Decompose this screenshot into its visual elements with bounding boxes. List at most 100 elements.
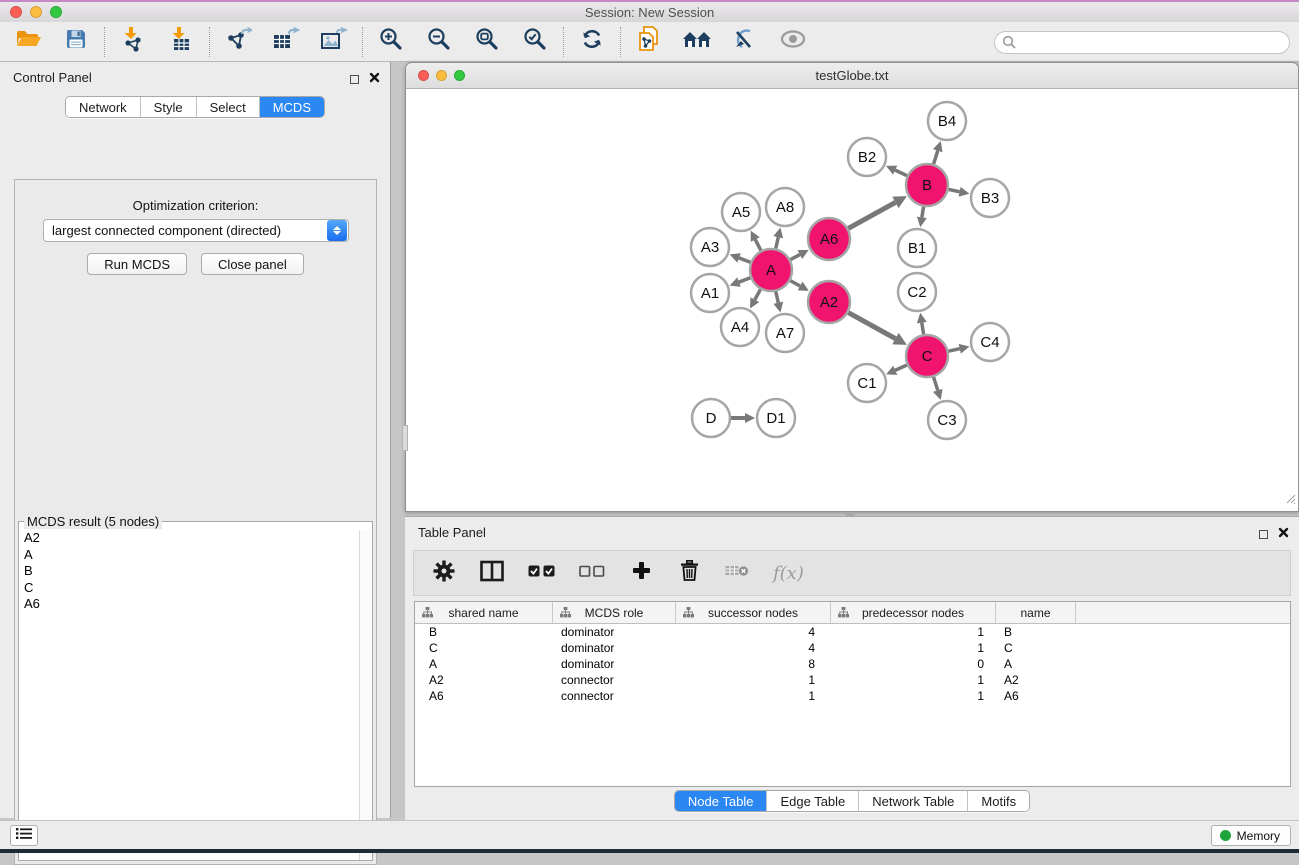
plus-icon xyxy=(632,561,651,585)
network-graph: B4B2BB3A5A8A6B1A3AA1C2A2A4A7C4CC1C3DD1 xyxy=(406,89,1298,511)
edge-A-A6[interactable] xyxy=(790,255,799,260)
show-column-button[interactable] xyxy=(480,559,504,587)
zoom-fit-button[interactable] xyxy=(473,28,501,56)
edge-A-A5[interactable] xyxy=(755,240,761,251)
select-all-columns-button[interactable] xyxy=(528,559,555,587)
import-table-button[interactable] xyxy=(167,28,195,56)
column-header-shared-name[interactable]: shared name xyxy=(415,602,553,623)
export-table-button[interactable] xyxy=(272,28,300,56)
zoom-out-button[interactable] xyxy=(425,28,453,56)
edge-B-B1[interactable] xyxy=(922,207,924,218)
edge-A-A3[interactable] xyxy=(739,258,750,262)
column-header-predecessor-nodes[interactable]: predecessor nodes xyxy=(831,602,996,623)
tab-select[interactable]: Select xyxy=(197,97,260,117)
import-network-button[interactable] xyxy=(119,28,147,56)
toggle-visibility-button[interactable] xyxy=(779,28,807,56)
float-panel-icon[interactable] xyxy=(350,75,359,84)
search-input[interactable] xyxy=(994,31,1290,54)
resize-grip-icon[interactable] xyxy=(1283,491,1296,509)
run-mcds-button[interactable]: Run MCDS xyxy=(87,253,187,275)
network-minimize-button[interactable] xyxy=(436,70,447,81)
result-item[interactable]: A xyxy=(20,547,358,564)
table-row[interactable]: Cdominator41C xyxy=(415,640,1290,656)
edge-C-C4[interactable] xyxy=(948,349,959,352)
edge-A-A4[interactable] xyxy=(755,289,761,299)
close-panel-button[interactable]: Close panel xyxy=(201,253,304,275)
save-session-button[interactable] xyxy=(62,28,90,56)
network-window-titlebar[interactable]: testGlobe.txt xyxy=(406,63,1298,89)
result-item[interactable]: A2 xyxy=(20,530,358,547)
table-row[interactable]: Bdominator41B xyxy=(415,624,1290,640)
graph-node-label: A4 xyxy=(731,319,749,336)
edge-A-A8[interactable] xyxy=(776,237,779,248)
task-history-button[interactable] xyxy=(10,825,38,846)
table-row[interactable]: A6connector11A6 xyxy=(415,688,1290,704)
function-builder-button[interactable]: f(x) xyxy=(773,559,804,587)
close-panel-icon[interactable] xyxy=(369,70,380,88)
close-table-panel-icon[interactable] xyxy=(1278,525,1289,543)
export-image-icon xyxy=(320,26,348,57)
result-item[interactable]: B xyxy=(20,563,358,580)
table-row[interactable]: Adominator80A xyxy=(415,656,1290,672)
cell-predecessor_nodes: 1 xyxy=(831,640,996,656)
result-item[interactable]: C xyxy=(20,580,358,597)
graph-node-label: B1 xyxy=(908,240,926,257)
delete-column-button[interactable] xyxy=(677,559,701,587)
criterion-dropdown[interactable]: largest connected component (directed) xyxy=(43,219,349,242)
create-column-button[interactable] xyxy=(629,559,653,587)
edge-B-B3[interactable] xyxy=(949,189,960,191)
zoom-selected-icon xyxy=(523,27,547,56)
edge-arrowhead xyxy=(933,141,943,152)
clone-network-button[interactable] xyxy=(635,28,663,56)
edge-C-C3[interactable] xyxy=(934,377,938,390)
close-window-button[interactable] xyxy=(10,6,22,18)
edge-B-B4[interactable] xyxy=(934,151,938,164)
cell-predecessor_nodes: 1 xyxy=(831,688,996,704)
tab-edge-table[interactable]: Edge Table xyxy=(767,791,859,811)
edge-C-C2[interactable] xyxy=(922,323,924,335)
network-close-button[interactable] xyxy=(418,70,429,81)
column-header-MCDS-role[interactable]: MCDS role xyxy=(553,602,676,623)
deselect-all-columns-button[interactable] xyxy=(579,559,605,587)
edge-A6-B[interactable] xyxy=(848,202,895,228)
delete-table-button[interactable] xyxy=(725,559,749,587)
table-settings-button[interactable] xyxy=(432,559,456,587)
table-row[interactable]: A2connector11A2 xyxy=(415,672,1290,688)
zoom-selected-button[interactable] xyxy=(521,28,549,56)
edge-A-A1[interactable] xyxy=(739,278,750,282)
tab-node-table[interactable]: Node Table xyxy=(675,791,768,811)
edge-A2-C[interactable] xyxy=(848,313,895,339)
network-canvas[interactable]: B4B2BB3A5A8A6B1A3AA1C2A2A4A7C4CC1C3DD1 xyxy=(406,89,1298,511)
zoom-window-button[interactable] xyxy=(50,6,62,18)
column-header-successor-nodes[interactable]: successor nodes xyxy=(676,602,831,623)
apply-layout-button[interactable] xyxy=(578,28,606,56)
column-header-name[interactable]: name xyxy=(996,602,1076,623)
edge-A-A7[interactable] xyxy=(776,291,779,302)
zoom-in-button[interactable] xyxy=(377,28,405,56)
export-network-button[interactable] xyxy=(224,28,252,56)
home-button[interactable] xyxy=(683,28,711,56)
tab-style[interactable]: Style xyxy=(141,97,197,117)
open-session-button[interactable] xyxy=(14,28,42,56)
tab-mcds[interactable]: MCDS xyxy=(260,97,324,117)
float-table-panel-icon[interactable] xyxy=(1259,530,1268,539)
minimize-window-button[interactable] xyxy=(30,6,42,18)
network-zoom-button[interactable] xyxy=(454,70,465,81)
memory-button[interactable]: Memory xyxy=(1211,825,1291,846)
tab-network[interactable]: Network xyxy=(66,97,141,117)
cell-mcds_role: dominator xyxy=(553,624,676,640)
control-panel-title: Control Panel xyxy=(13,70,92,85)
tab-motifs[interactable]: Motifs xyxy=(968,791,1029,811)
splitter-thumb[interactable] xyxy=(402,425,408,451)
toggle-graphics-details-button[interactable] xyxy=(731,28,759,56)
result-item[interactable]: A6 xyxy=(20,596,358,613)
result-scrollbar[interactable] xyxy=(359,530,372,860)
edge-B-B2[interactable] xyxy=(895,170,907,176)
edge-C-C1[interactable] xyxy=(895,365,907,370)
tab-network-table[interactable]: Network Table xyxy=(859,791,968,811)
table-toolbar: f(x) xyxy=(413,550,1291,596)
cell-shared_name: C xyxy=(415,640,553,656)
edge-A-A2[interactable] xyxy=(790,281,800,286)
export-image-button[interactable] xyxy=(320,28,348,56)
network-window: testGlobe.txt B4B2BB3A5A8A6B1A3AA1C2A2A4… xyxy=(405,62,1299,512)
